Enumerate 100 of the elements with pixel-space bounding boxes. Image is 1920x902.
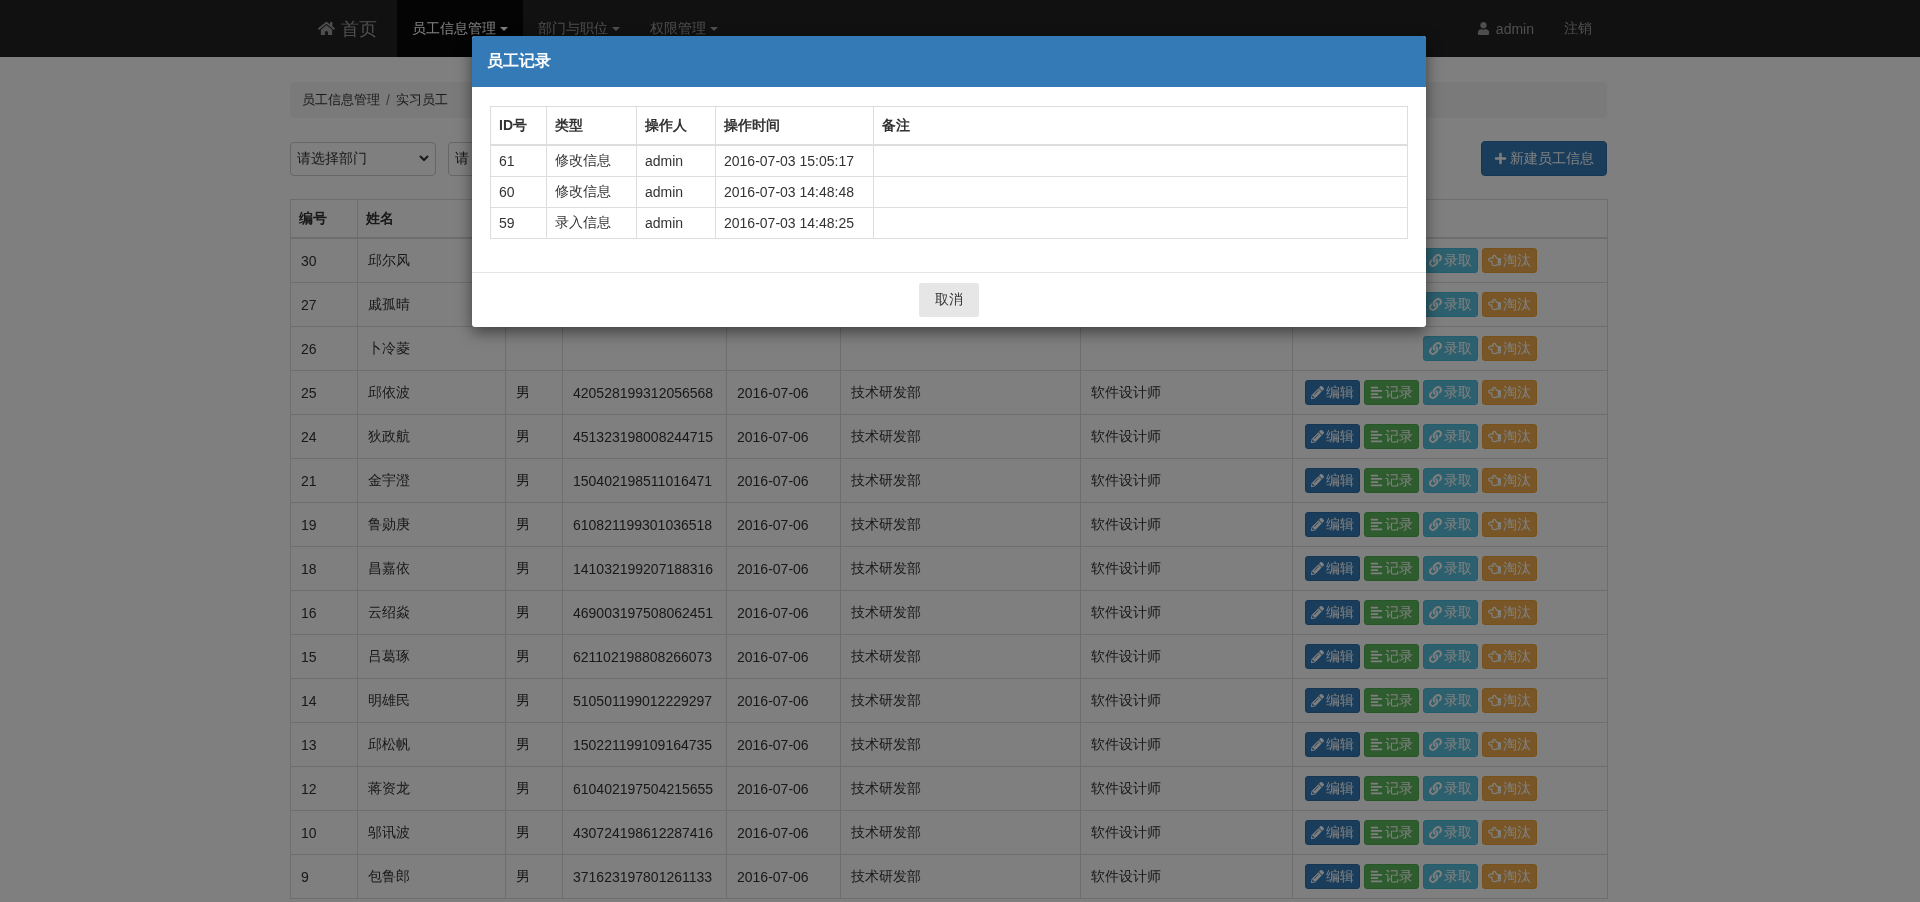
hire-button[interactable]: 录取	[1423, 248, 1478, 273]
edit-button[interactable]: 编辑	[1305, 820, 1360, 845]
dismiss-button[interactable]: 淘汰	[1482, 424, 1537, 449]
hire-button[interactable]: 录取	[1423, 776, 1478, 801]
new-employee-button[interactable]: 新建员工信息	[1481, 141, 1607, 176]
record-button[interactable]: 记录	[1364, 864, 1419, 889]
name-cell: 金宇澄	[357, 458, 506, 503]
record-button[interactable]: 记录	[1364, 556, 1419, 581]
hire-button[interactable]: 录取	[1423, 688, 1478, 713]
gender-cell: 男	[505, 458, 563, 503]
table-cell: 2016-07-03 15:05:17	[715, 145, 874, 177]
pencil-icon	[1311, 738, 1324, 751]
id-cell: 12	[290, 766, 358, 811]
record-button[interactable]: 记录	[1364, 732, 1419, 757]
id-cell: 21	[290, 458, 358, 503]
edit-button[interactable]: 编辑	[1305, 556, 1360, 581]
record-button[interactable]: 记录	[1364, 776, 1419, 801]
table-cell: 修改信息	[546, 176, 637, 208]
record-button[interactable]: 记录	[1364, 512, 1419, 537]
dismiss-button[interactable]: 淘汰	[1482, 512, 1537, 537]
breadcrumb-separator: /	[385, 92, 391, 108]
gender-cell: 男	[505, 678, 563, 723]
dismiss-button[interactable]: 淘汰	[1482, 248, 1537, 273]
table-cell: admin	[636, 176, 716, 208]
gender-cell: 男	[505, 546, 563, 591]
edit-button[interactable]: 编辑	[1305, 776, 1360, 801]
hand-pointing-icon	[1488, 342, 1501, 355]
dismiss-button[interactable]: 淘汰	[1482, 864, 1537, 889]
record-button[interactable]: 记录	[1364, 644, 1419, 669]
record-button[interactable]: 记录	[1364, 600, 1419, 625]
column-header: 备注	[873, 106, 1408, 145]
hire-button[interactable]: 录取	[1423, 468, 1478, 493]
edit-button[interactable]: 编辑	[1305, 732, 1360, 757]
position-cell: 软件设计师	[1080, 370, 1293, 415]
hire-button[interactable]: 录取	[1423, 512, 1478, 537]
dismiss-button[interactable]: 淘汰	[1482, 644, 1537, 669]
edit-button[interactable]: 编辑	[1305, 424, 1360, 449]
table-cell: 录入信息	[546, 207, 637, 239]
list-icon	[1370, 430, 1383, 443]
dismiss-button[interactable]: 淘汰	[1482, 468, 1537, 493]
link-icon	[1429, 694, 1442, 707]
dismiss-button[interactable]: 淘汰	[1482, 556, 1537, 581]
hire-button[interactable]: 录取	[1423, 864, 1478, 889]
dismiss-button[interactable]: 淘汰	[1482, 336, 1537, 361]
dismiss-button[interactable]: 淘汰	[1482, 600, 1537, 625]
table-cell: 59	[490, 207, 547, 239]
record-button[interactable]: 记录	[1364, 424, 1419, 449]
edit-button[interactable]: 编辑	[1305, 864, 1360, 889]
hire-button[interactable]: 录取	[1423, 292, 1478, 317]
id-cell: 18	[290, 546, 358, 591]
link-icon	[1429, 782, 1442, 795]
edit-button[interactable]: 编辑	[1305, 380, 1360, 405]
logout-link[interactable]: 注销	[1549, 0, 1607, 57]
date-cell: 2016-07-06	[726, 458, 841, 503]
edit-button[interactable]: 编辑	[1305, 468, 1360, 493]
breadcrumb-item[interactable]: 员工信息管理	[302, 91, 380, 109]
breadcrumb-item[interactable]: 实习员工	[395, 91, 448, 109]
column-header: ID号	[490, 106, 547, 145]
link-icon	[1429, 254, 1442, 267]
home-link[interactable]: 首页	[306, 0, 397, 57]
dismiss-button[interactable]: 淘汰	[1482, 292, 1537, 317]
pencil-icon	[1311, 474, 1324, 487]
hire-button[interactable]: 录取	[1423, 380, 1478, 405]
list-icon	[1370, 694, 1383, 707]
dismiss-button[interactable]: 淘汰	[1482, 776, 1537, 801]
edit-button[interactable]: 编辑	[1305, 512, 1360, 537]
edit-button[interactable]: 编辑	[1305, 688, 1360, 713]
edit-button[interactable]: 编辑	[1305, 644, 1360, 669]
link-icon	[1429, 562, 1442, 575]
hire-button[interactable]: 录取	[1423, 732, 1478, 757]
user-link[interactable]: admin	[1461, 0, 1549, 57]
record-button[interactable]: 记录	[1364, 380, 1419, 405]
id-cell: 13	[290, 722, 358, 767]
edit-button[interactable]: 编辑	[1305, 600, 1360, 625]
hand-pointing-icon	[1488, 430, 1501, 443]
hire-button[interactable]: 录取	[1423, 600, 1478, 625]
hire-button[interactable]: 录取	[1423, 336, 1478, 361]
pencil-icon	[1311, 694, 1324, 707]
gender-cell: 男	[505, 590, 563, 635]
record-button[interactable]: 记录	[1364, 688, 1419, 713]
hire-button[interactable]: 录取	[1423, 644, 1478, 669]
id-cell: 15	[290, 634, 358, 679]
table-cell: admin	[636, 145, 716, 177]
record-button[interactable]: 记录	[1364, 468, 1419, 493]
cancel-button[interactable]: 取消	[919, 283, 979, 317]
name-cell: 邬讯波	[357, 810, 506, 855]
dismiss-button[interactable]: 淘汰	[1482, 732, 1537, 757]
dismiss-button[interactable]: 淘汰	[1482, 820, 1537, 845]
hire-button[interactable]: 录取	[1423, 424, 1478, 449]
record-button[interactable]: 记录	[1364, 820, 1419, 845]
hand-pointing-icon	[1488, 738, 1501, 751]
hire-button[interactable]: 录取	[1423, 820, 1478, 845]
column-header: 类型	[546, 106, 637, 145]
hire-button[interactable]: 录取	[1423, 556, 1478, 581]
hand-pointing-icon	[1488, 518, 1501, 531]
id-number-cell: 371623197801261133	[562, 854, 727, 899]
dismiss-button[interactable]: 淘汰	[1482, 380, 1537, 405]
link-icon	[1429, 606, 1442, 619]
department-select[interactable]: 请选择部门	[290, 141, 436, 176]
dismiss-button[interactable]: 淘汰	[1482, 688, 1537, 713]
